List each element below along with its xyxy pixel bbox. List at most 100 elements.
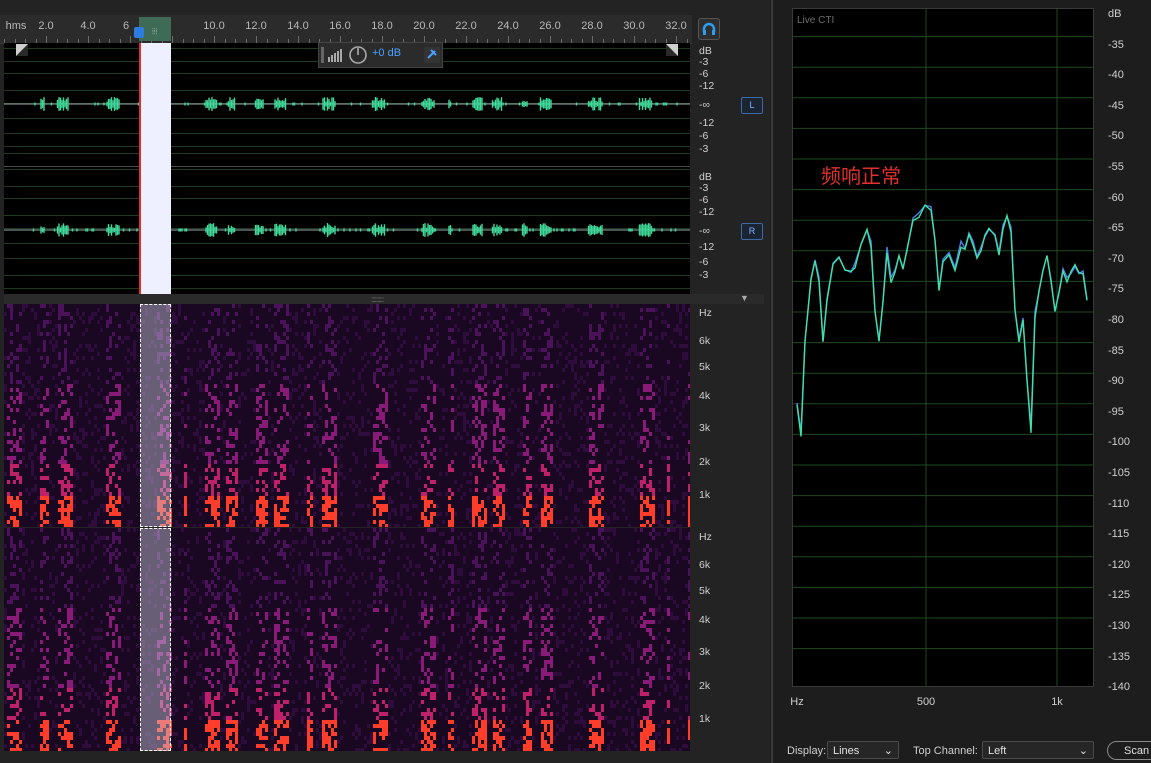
- spectrum-cell: [64, 544, 67, 548]
- spectrum-cell: [271, 472, 274, 476]
- spectrum-cell: [673, 500, 676, 504]
- right-channel-button[interactable]: R: [741, 223, 763, 240]
- spectrum-cell: [298, 364, 301, 368]
- spectrum-cell: [64, 484, 67, 488]
- playhead-handle[interactable]: [134, 27, 144, 38]
- spectrum-cell: [499, 496, 502, 500]
- spectrum-cell: [580, 488, 583, 492]
- spectrum-cell: [124, 456, 127, 460]
- spectrum-cell: [451, 492, 454, 496]
- spectrum-cell: [262, 436, 265, 440]
- spectrum-cell: [211, 480, 214, 484]
- fade-out-handle[interactable]: [666, 44, 678, 56]
- spectrum-cell: [619, 440, 622, 444]
- spectrum-cell: [283, 464, 286, 468]
- spectrum-cell: [76, 644, 79, 648]
- headphones-button[interactable]: [698, 18, 720, 40]
- spectrum-cell: [652, 492, 655, 496]
- pin-hud-button[interactable]: [425, 47, 439, 61]
- spectrum-cell: [451, 396, 454, 400]
- spectrum-cell: [70, 484, 73, 488]
- spectrum-cell: [292, 708, 295, 712]
- view-splitter[interactable]: :::::::::: ▼: [4, 293, 764, 304]
- spectrum-cell: [283, 476, 286, 480]
- spectrum-cell: [337, 484, 340, 488]
- spectrum-cell: [292, 712, 295, 716]
- spectrum-cell: [274, 480, 277, 484]
- spectral-selection-left[interactable]: [140, 304, 171, 527]
- spectrum-cell: [286, 680, 289, 684]
- spectrum-cell: [46, 520, 49, 524]
- spectrum-cell: [52, 344, 55, 348]
- spectrum-cell: [430, 488, 433, 492]
- spectrum-cell: [586, 428, 589, 432]
- spectral-display-left[interactable]: [4, 304, 690, 527]
- time-selection[interactable]: [140, 43, 171, 294]
- spectrum-cell: [22, 680, 25, 684]
- spectrum-cell: [283, 332, 286, 336]
- spectrum-cell: [229, 496, 232, 500]
- chevron-down-icon[interactable]: ▼: [740, 293, 749, 303]
- spectrum-cell: [133, 464, 136, 468]
- spectrum-cell: [307, 488, 310, 492]
- spectrum-cell: [391, 368, 394, 372]
- spectrum-cell: [649, 308, 652, 312]
- spectrum-cell: [46, 744, 49, 748]
- spectrum-cell: [205, 440, 208, 444]
- spectrum-cell: [526, 520, 529, 524]
- spectrum-cell: [427, 504, 430, 508]
- spectrum-cell: [211, 640, 214, 644]
- spectrum-cell: [199, 672, 202, 676]
- spectrum-cell: [67, 332, 70, 336]
- db-scale-label: -6: [699, 130, 709, 142]
- spectrum-cell: [7, 480, 10, 484]
- spectrum-cell: [256, 344, 259, 348]
- spectrum-cell: [361, 420, 364, 424]
- spectrum-cell: [211, 592, 214, 596]
- spectrum-cell: [202, 312, 205, 316]
- time-ruler[interactable]: hms 2.0 4.0 6 10.0 12.0 14.0 16.0 18.0 2…: [0, 15, 692, 44]
- spectrum-cell: [205, 408, 208, 412]
- spectrum-cell: [52, 328, 55, 332]
- spectrum-cell: [211, 488, 214, 492]
- spectrum-cell: [136, 400, 139, 404]
- spectrum-cell: [277, 612, 280, 616]
- spectrum-cell: [538, 392, 541, 396]
- spectrum-cell: [556, 320, 559, 324]
- spectrum-cell: [181, 484, 184, 488]
- spectrum-cell: [391, 384, 394, 388]
- spectral-display-right[interactable]: [4, 528, 690, 751]
- spectrum-cell: [208, 548, 211, 552]
- playhead[interactable]: [139, 43, 141, 294]
- spectrum-cell: [379, 460, 382, 464]
- spectrum-cell: [604, 440, 607, 444]
- waveform-display[interactable]: [4, 43, 690, 294]
- spectrum-cell: [346, 416, 349, 420]
- spectrum-cell: [109, 544, 112, 548]
- spectrum-cell: [325, 524, 328, 527]
- spectrum-cell: [382, 484, 385, 488]
- spectrum-cell: [373, 512, 376, 516]
- spectrum-cell: [199, 512, 202, 516]
- spectrum-cell: [565, 496, 568, 500]
- spectrum-cell: [88, 316, 91, 320]
- spectrum-cell: [478, 516, 481, 520]
- spectrum-cell: [502, 304, 505, 308]
- spectrum-cell: [181, 436, 184, 440]
- spectrum-cell: [280, 464, 283, 468]
- spectrum-cell: [559, 488, 562, 492]
- fade-in-handle[interactable]: [16, 44, 28, 56]
- spectrum-cell: [214, 480, 217, 484]
- spectrum-cell: [244, 372, 247, 376]
- spectrum-cell: [550, 412, 553, 416]
- spectrum-cell: [595, 496, 598, 500]
- spectrum-cell: [37, 696, 40, 700]
- spectrum-cell: [655, 436, 658, 440]
- spectrum-cell: [73, 504, 76, 508]
- spectrum-cell: [61, 368, 64, 372]
- left-channel-button[interactable]: L: [741, 97, 763, 114]
- spectrum-cell: [34, 716, 37, 720]
- spectrum-cell: [181, 400, 184, 404]
- spectrum-cell: [592, 460, 595, 464]
- spectrum-cell: [499, 524, 502, 527]
